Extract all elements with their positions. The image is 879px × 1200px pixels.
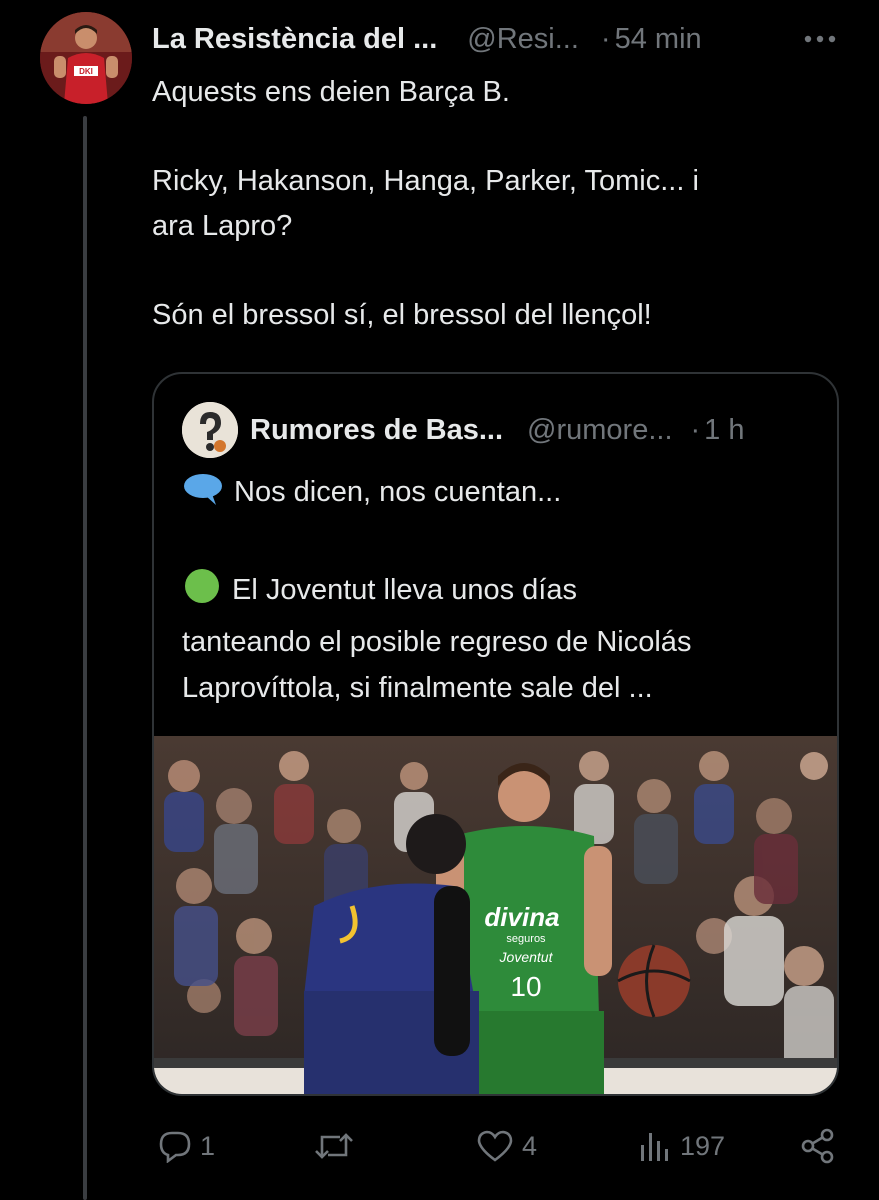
jersey-sponsor: divina	[484, 902, 559, 932]
jersey-team: Joventut	[499, 949, 554, 965]
quoted-tweet[interactable]: Rumores de Bas... @rumore... · 1 h Nos d…	[152, 372, 839, 1096]
quoted-text-line: El Joventut lleva unos días	[182, 567, 822, 619]
retweet-icon	[315, 1133, 353, 1159]
tweet-time[interactable]: 54 min	[615, 23, 702, 56]
share-button[interactable]	[800, 1118, 836, 1174]
jersey-sponsor-sub: seguros	[506, 933, 546, 945]
tweet-text-line: Aquests ens deien Barça B.	[152, 76, 510, 108]
jersey-number: 10	[510, 971, 541, 1002]
quoted-tweet-time[interactable]: 1 h	[704, 414, 744, 447]
green-circle-icon	[182, 568, 222, 619]
quoted-line-3: tanteando el posible regreso de Nicolás	[182, 625, 692, 658]
share-icon	[801, 1128, 834, 1164]
author-handle[interactable]: @Resi...	[467, 23, 579, 56]
tweet[interactable]: DKI La Resistència del ... @Resi... · 54…	[0, 0, 879, 1200]
retweet-button[interactable]	[312, 1118, 364, 1174]
quoted-line-1: Nos dicen, nos cuentan...	[234, 476, 562, 508]
views-count: 197	[680, 1130, 726, 1161]
action-bar: 1 4 197	[152, 1118, 842, 1174]
tweet-text-line: Són el bressol sí, el bressol del llenço…	[152, 298, 652, 331]
tweet-text-line: Ricky, Hakanson, Hanga, Parker, Tomic...…	[152, 165, 699, 197]
reply-count: 1	[200, 1130, 216, 1161]
quoted-text-line: Nos dicen, nos cuentan...	[182, 469, 822, 521]
views-button[interactable]: 197	[638, 1118, 725, 1174]
quoted-tweet-header: Rumores de Bas... @rumore... · 1 h	[182, 402, 822, 458]
like-button[interactable]: 4	[476, 1118, 537, 1174]
author-name[interactable]: La Resistència del ...	[152, 23, 437, 56]
like-icon	[477, 1130, 513, 1162]
reply-button[interactable]: 1	[158, 1118, 215, 1174]
tweet-text-line	[152, 115, 842, 160]
quoted-tweet-text: Nos dicen, nos cuentan... El Joventut ll…	[182, 469, 822, 712]
quoted-text-line	[182, 521, 822, 568]
quoted-author-avatar[interactable]	[182, 402, 238, 458]
speech-bubble-icon	[182, 472, 224, 521]
like-count: 4	[522, 1130, 538, 1161]
svg-text:DKI: DKI	[79, 67, 93, 76]
quoted-line-4: Laprovíttola, si finalmente sale del ...	[182, 672, 653, 704]
quoted-author-name[interactable]: Rumores de Bas...	[250, 414, 503, 447]
more-dots-icon[interactable]	[802, 24, 838, 54]
tweet-text-line: ara Lapro?	[152, 209, 293, 242]
author-avatar[interactable]: DKI	[40, 12, 132, 104]
thread-line	[83, 116, 87, 1200]
quoted-meta-separator: ·	[690, 413, 701, 446]
tweet-text-line	[152, 248, 842, 293]
quoted-tweet-photo[interactable]: divina seguros Joventut 10	[154, 736, 837, 1094]
views-icon	[641, 1133, 668, 1161]
tweet-header: La Resistència del ... @Resi... · 54 min	[152, 14, 842, 64]
meta-separator: ·	[600, 22, 611, 55]
quoted-author-handle[interactable]: @rumore...	[527, 414, 672, 447]
quoted-line-2: El Joventut lleva unos días	[232, 574, 577, 606]
tweet-text: Aquests ens deien Barça B. Ricky, Hakans…	[152, 70, 842, 337]
reply-icon	[159, 1131, 191, 1163]
